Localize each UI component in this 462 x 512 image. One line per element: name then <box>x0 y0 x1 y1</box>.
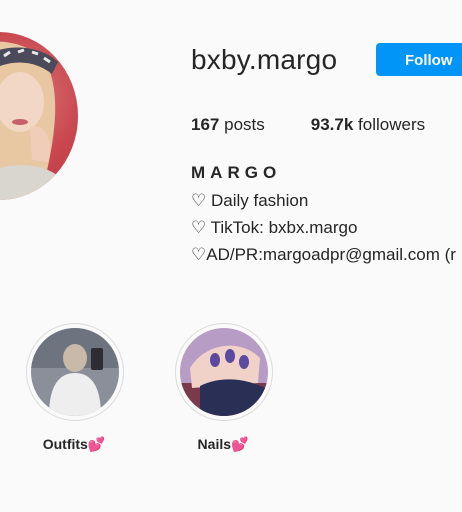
highlight-outfits-label[interactable]: Outfits💕 <box>14 436 134 453</box>
profile-stats: 167 posts 93.7k followers <box>191 115 462 135</box>
bio-line-fashion: ♡ Daily fashion <box>191 191 309 210</box>
username: bxby.margo <box>191 44 338 75</box>
posts-label: posts <box>224 115 265 134</box>
posts-stat[interactable]: 167 posts <box>191 115 265 135</box>
followers-label: followers <box>358 115 426 134</box>
followers-count: 93.7k <box>310 115 354 134</box>
full-name: MARGO <box>191 163 282 182</box>
highlight-nails-cover <box>180 328 268 416</box>
highlight-outfits[interactable] <box>26 323 124 421</box>
highlight-nails-label[interactable]: Nails💕 <box>163 436 283 453</box>
bio-line-contact: ♡AD/PR:margoadpr@gmail.com (r <box>191 245 456 264</box>
highlight-outfits-cover <box>31 328 119 416</box>
bio-line-tiktok: ♡ TikTok: bxbx.margo <box>191 218 358 237</box>
profile-avatar[interactable] <box>0 32 78 200</box>
followers-stat[interactable]: 93.7k followers <box>311 115 425 135</box>
follow-button[interactable]: Follow <box>376 43 462 76</box>
highlight-nails[interactable] <box>175 323 273 421</box>
profile-page: bxby.margo Follow 167 posts 93.7k follow… <box>0 0 462 512</box>
posts-count: 167 <box>191 115 220 134</box>
